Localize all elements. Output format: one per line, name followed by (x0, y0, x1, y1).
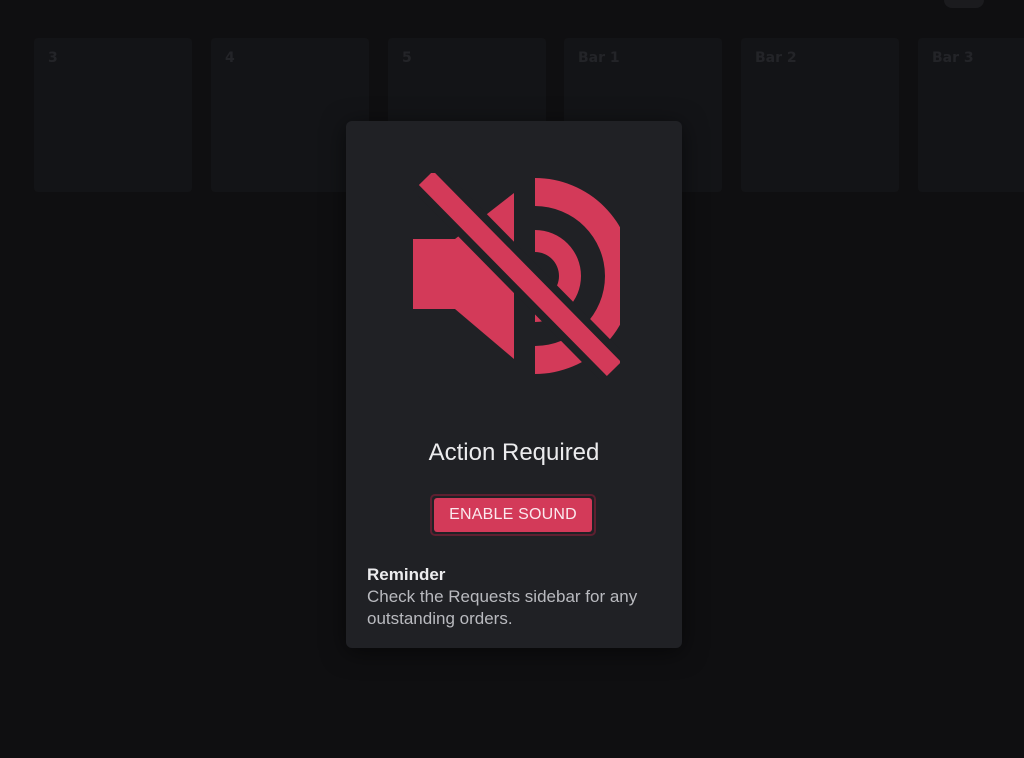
volume-off-icon (408, 165, 633, 382)
enable-sound-button[interactable]: ENABLE SOUND (430, 494, 596, 536)
app-page: 3 4 5 Bar 1 Bar 2 Bar 3 Action Required … (0, 0, 1024, 758)
dialog-title: Action Required (428, 439, 600, 466)
enable-sound-button-label: ENABLE SOUND (434, 498, 592, 532)
reminder-body: Check the Requests sidebar for any outst… (367, 587, 638, 628)
reminder-title: Reminder (367, 565, 446, 584)
sound-required-dialog: Action Required ENABLE SOUND Reminder Ch… (346, 121, 682, 648)
reminder-section: Reminder Check the Requests sidebar for … (367, 564, 667, 630)
